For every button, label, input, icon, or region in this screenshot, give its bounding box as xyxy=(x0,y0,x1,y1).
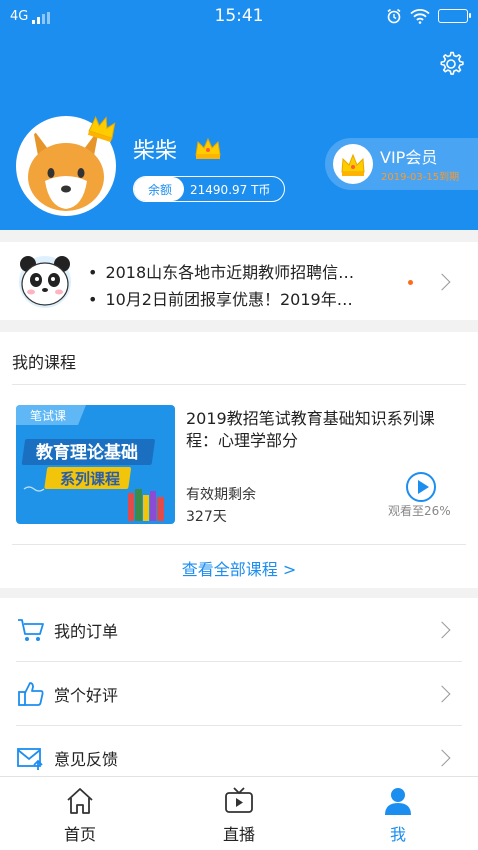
divider xyxy=(12,384,466,385)
vip-crown-icon xyxy=(195,137,221,159)
validity-value: 327天 xyxy=(186,509,227,525)
cover-line2: 系列课程 xyxy=(60,470,120,488)
tab-live[interactable]: 直播 xyxy=(159,777,319,850)
vip-badge-crown-icon xyxy=(341,153,365,176)
chevron-right-icon[interactable] xyxy=(433,273,451,291)
tab-label: 直播 xyxy=(222,825,255,844)
bottom-tab-bar: 首页 直播 我 xyxy=(0,776,478,850)
menu-item-rate[interactable]: 赏个好评 xyxy=(0,662,478,726)
home-icon xyxy=(67,788,93,814)
vip-card[interactable]: VIP会员 2019-03-15到期 xyxy=(325,138,478,190)
panda-mascot-icon xyxy=(19,256,71,308)
tab-label: 首页 xyxy=(63,825,96,844)
divider xyxy=(12,544,466,545)
wifi-icon xyxy=(410,9,430,24)
view-all-courses-link[interactable]: 查看全部课程 > xyxy=(0,556,478,580)
unread-dot xyxy=(408,280,413,285)
alarm-icon xyxy=(387,8,401,24)
course-cover-art: 笔试课 教育理论基础 系列课程 xyxy=(16,405,175,524)
menu-item-label: 我的订单 xyxy=(54,622,119,641)
tab-home[interactable]: 首页 xyxy=(0,777,160,850)
user-icon xyxy=(385,788,411,815)
mail-feedback-icon xyxy=(17,748,43,770)
menu-item-orders[interactable]: 我的订单 xyxy=(0,598,478,662)
cover-line1: 教育理论基础 xyxy=(35,442,138,463)
validity-label: 有效期剩余 xyxy=(186,487,256,503)
news-item[interactable]: 2018山东各地市近期教师招聘信… xyxy=(88,259,354,283)
vip-badge xyxy=(333,144,373,184)
cover-tag: 笔试课 xyxy=(30,408,66,423)
balance-label: 余额 xyxy=(134,177,185,201)
status-bar: 4G 15:41 xyxy=(0,0,478,34)
balance-value: 21490.97 T币 xyxy=(190,182,271,197)
course-title[interactable]: 2019教招笔试教育基础知识系列课程：心理学部分 xyxy=(186,408,466,452)
balance-pill[interactable]: 余额 21490.97 T币 xyxy=(133,176,285,202)
cart-icon xyxy=(18,619,44,641)
menu-item-feedback[interactable]: 意见反馈 xyxy=(0,726,478,778)
settings-menu: 我的订单 赏个好评 意见反馈 xyxy=(0,598,478,778)
tab-label: 我 xyxy=(389,825,406,844)
watch-progress: 观看至26% xyxy=(388,504,451,518)
username: 柴柴 xyxy=(133,139,178,164)
settings-gear-icon[interactable] xyxy=(437,50,465,78)
menu-item-label: 赏个好评 xyxy=(54,686,119,705)
vip-expire-date: 2019-03-15到期 xyxy=(381,172,460,183)
menu-item-label: 意见反馈 xyxy=(54,750,119,769)
chevron-right-icon xyxy=(433,749,451,767)
thumbs-up-icon xyxy=(18,682,44,706)
section-title: 我的课程 xyxy=(12,353,77,372)
news-item[interactable]: 10月2日前团报享优惠！2019年… xyxy=(88,286,352,310)
play-button-icon[interactable] xyxy=(406,472,436,502)
course-cover[interactable]: 笔试课 教育理论基础 系列课程 xyxy=(16,405,175,524)
news-ticker[interactable]: 2018山东各地市近期教师招聘信… 10月2日前团报享优惠！2019年… xyxy=(0,242,478,320)
tv-icon xyxy=(225,787,253,813)
tab-me[interactable]: 我 xyxy=(318,777,478,850)
battery-icon xyxy=(438,9,471,23)
profile-header: 4G 15:41 柴柴 余额 21490.97 T币 VIP会员 2019-03… xyxy=(0,0,478,230)
my-courses-section: 我的课程 笔试课 教育理论基础 系列课程 2019教招笔试教育基础知识系列课程：… xyxy=(0,332,478,588)
chevron-right-icon xyxy=(433,685,451,703)
vip-title: VIP会员 xyxy=(380,148,438,167)
status-icons xyxy=(386,8,471,24)
chevron-right-icon xyxy=(433,621,451,639)
